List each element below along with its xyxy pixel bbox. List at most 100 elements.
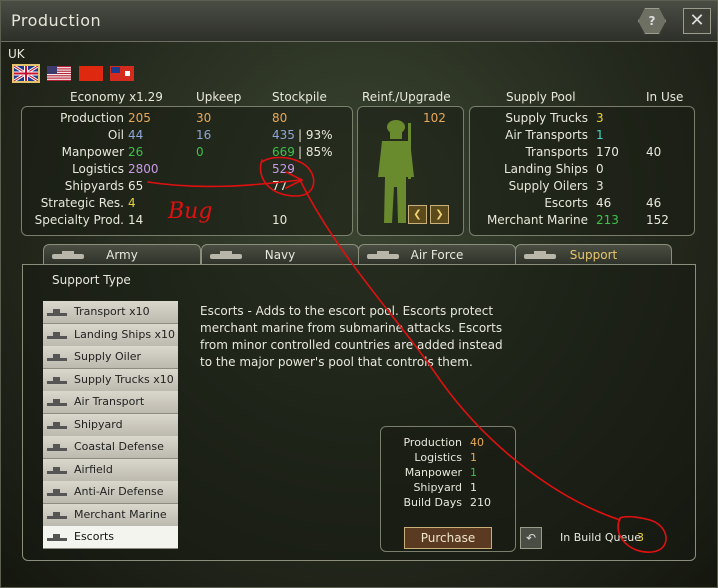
window-title: Production	[11, 11, 102, 30]
close-button[interactable]: ✕	[683, 8, 711, 34]
economy-label: Strategic Res.	[40, 196, 124, 210]
tab-support[interactable]: Support	[515, 244, 672, 265]
cost-label: Logistics	[414, 451, 462, 464]
support-type-item[interactable]: Shipyard	[43, 413, 178, 437]
support-type-label: Coastal Defense	[74, 440, 164, 453]
escort-ship-icon	[47, 534, 67, 541]
economy-value: 65	[128, 179, 144, 193]
supply-value: 3	[596, 179, 604, 193]
in-use-value: 40	[646, 145, 662, 159]
economy-value: 2800	[128, 162, 159, 176]
landing-ship-icon	[47, 331, 67, 339]
support-type-item[interactable]: Air Transport	[43, 391, 178, 414]
support-type-item[interactable]: Escorts	[43, 526, 178, 549]
uk-flag[interactable]	[12, 64, 40, 83]
economy-value: 14	[128, 213, 144, 227]
transport-ship-icon	[47, 309, 67, 316]
tab-air-force[interactable]: Air Force	[358, 244, 516, 265]
supply-value: 213	[596, 213, 619, 227]
usa-flag[interactable]	[47, 66, 71, 81]
plane-icon	[367, 251, 399, 259]
support-type-label: Air Transport	[74, 395, 145, 408]
supply-label: Supply Oilers	[508, 179, 588, 193]
reinf-next-button[interactable]: ❯	[430, 205, 449, 224]
economy-label: Logistics	[72, 162, 124, 176]
support-type-label: Support Type	[52, 273, 131, 287]
tab-label: Support	[569, 248, 618, 262]
stockpile-value: 529	[272, 162, 295, 176]
support-type-label: Shipyard	[74, 417, 123, 431]
cost-value: 40	[470, 436, 484, 449]
build-queue-value: 3	[637, 531, 644, 544]
tab-label: Army	[106, 248, 138, 262]
item-description: Escorts - Adds to the escort pool. Escor…	[200, 304, 503, 369]
tab-navy[interactable]: Navy	[201, 244, 359, 265]
reinf-panel: 102 ❮ ❯	[357, 106, 464, 236]
china-flag[interactable]	[79, 66, 103, 81]
supply-label: Supply Trucks	[505, 111, 588, 125]
cost-value: 1	[470, 466, 477, 479]
support-type-item[interactable]: Transport x10	[43, 301, 178, 324]
upkeep-value: 16	[196, 128, 212, 142]
support-type-item[interactable]: Supply Trucks x10	[43, 368, 178, 392]
supply-pool-header: Supply Pool	[506, 90, 576, 104]
in-use-value: 152	[646, 213, 669, 227]
upkeep-value: 30	[196, 111, 212, 125]
support-type-item[interactable]: Coastal Defense	[43, 436, 178, 459]
economy-value: 44	[128, 128, 144, 142]
stockpile-value: 10	[272, 213, 288, 227]
support-type-label: Escorts	[74, 530, 115, 543]
support-type-label: Transport x10	[74, 305, 150, 318]
supply-value: 3	[596, 111, 604, 125]
transport-plane-icon	[47, 399, 67, 406]
cost-value: 1	[470, 451, 477, 464]
economy-header: Economy x1.29	[70, 90, 163, 104]
upkeep-value: 0	[196, 145, 204, 159]
economy-value: 205	[128, 111, 151, 125]
supply-label: Merchant Marine	[486, 213, 588, 227]
support-type-label: Supply Oiler	[74, 350, 142, 363]
reinf-prev-button[interactable]: ❮	[408, 205, 427, 224]
support-type-label: Airfield	[74, 462, 113, 476]
supply-label: Air Transports	[505, 128, 588, 142]
support-type-item[interactable]: Supply Oiler	[43, 346, 178, 369]
title-bar: Production ? ✕	[1, 1, 717, 42]
support-type-label: Landing Ships x10	[74, 327, 176, 341]
oiler-ship-icon	[47, 354, 67, 361]
tab-army[interactable]: Army	[43, 244, 201, 265]
support-type-item[interactable]: Anti-Air Defense	[43, 481, 178, 504]
ship-icon	[210, 251, 242, 259]
stockpile-value: 77	[272, 179, 288, 193]
economy-value: 26	[128, 145, 144, 159]
supply-value: 1	[596, 128, 604, 142]
cost-label: Manpower	[404, 466, 462, 479]
undo-button[interactable]: ↶	[520, 527, 542, 549]
canada-flag[interactable]	[110, 66, 134, 81]
cost-label: Build Days	[403, 496, 462, 509]
supply-value: 170	[596, 145, 619, 159]
supply-label: Landing Ships	[503, 162, 588, 176]
reinf-value: 102	[423, 111, 446, 125]
support-type-label: Anti-Air Defense	[74, 485, 164, 498]
in-use-value: 46	[646, 196, 662, 210]
supply-label: Escorts	[544, 196, 588, 210]
supply-label: Transports	[525, 145, 588, 159]
support-type-item[interactable]: Landing Ships x10	[43, 323, 178, 347]
merchant-ship-icon	[47, 511, 67, 519]
tank-icon	[52, 251, 84, 259]
stockpile-value: 669	[272, 145, 295, 159]
economy-label: Shipyards	[64, 179, 124, 193]
purchase-button[interactable]: Purchase	[404, 527, 492, 549]
support-type-item[interactable]: Merchant Marine x10	[43, 503, 178, 543]
truck-icon	[524, 251, 556, 259]
economy-label: Specialty Prod.	[34, 213, 124, 227]
economy-label: Oil	[107, 128, 124, 142]
help-button[interactable]: ?	[638, 8, 666, 34]
coastal-gun-icon	[47, 444, 67, 451]
stockpile-percent: | 85%	[298, 145, 333, 159]
support-type-item[interactable]: Airfield	[43, 458, 178, 482]
cost-value: 210	[470, 496, 491, 509]
tab-label: Air Force	[410, 248, 464, 262]
stockpile-value: 80	[272, 111, 288, 125]
upkeep-header: Upkeep	[196, 90, 242, 104]
